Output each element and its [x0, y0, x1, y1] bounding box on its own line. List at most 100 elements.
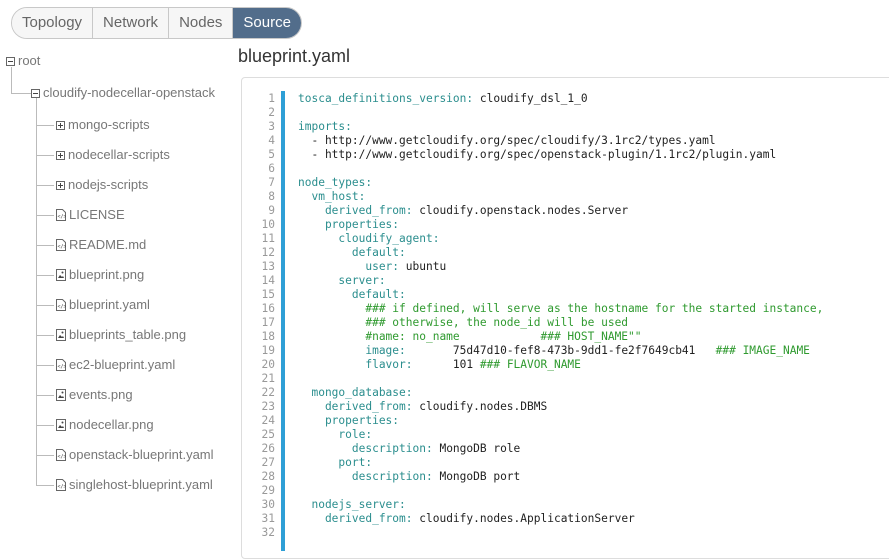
code-line: user: ubuntu — [298, 260, 447, 273]
code-line: default: — [298, 288, 406, 301]
tree-connector — [36, 125, 54, 126]
line-number: 13 — [261, 260, 275, 273]
tree-node-label: blueprint.png — [69, 267, 145, 282]
code-line: tosca_definitions_version: cloudify_dsl_… — [298, 92, 588, 105]
line-number: 27 — [261, 456, 275, 469]
line-number: 3 — [268, 120, 275, 133]
tree-file[interactable]: blueprint.png — [56, 266, 144, 284]
svg-text:</>: </> — [58, 244, 67, 250]
line-number: 1 — [268, 92, 275, 105]
tree-node-root[interactable]: root — [6, 52, 40, 70]
file-tree: root cloudify-nodecellar-openstack mongo… — [0, 0, 235, 538]
file-title: blueprint.yaml — [238, 46, 351, 66]
tree-connector — [36, 185, 54, 186]
tree-node-label: cloudify-nodecellar-openstack — [43, 85, 215, 100]
line-number: 24 — [261, 414, 275, 427]
svg-text:</>: </> — [58, 454, 67, 460]
tree-file[interactable]: </> LICENSE — [56, 206, 125, 224]
expand-icon[interactable] — [56, 120, 65, 130]
line-number: 22 — [261, 386, 275, 399]
code-line: port: — [298, 456, 373, 469]
tree-node-label: root — [18, 53, 41, 68]
tree-connector — [36, 275, 54, 276]
code-line: node_types: — [298, 176, 373, 189]
line-number: 17 — [261, 316, 275, 329]
line-number: 7 — [268, 176, 275, 189]
code-line: properties: — [298, 414, 400, 427]
line-number: 6 — [268, 162, 275, 175]
line-number: 16 — [261, 302, 275, 315]
code-file-icon: </> — [56, 299, 66, 311]
tree-connector — [36, 98, 37, 486]
tree-file[interactable]: </> openstack-blueprint.yaml — [56, 446, 214, 464]
tree-node-label: blueprint.yaml — [69, 297, 150, 312]
tree-node-label: ec2-blueprint.yaml — [69, 357, 176, 372]
tree-connector — [36, 215, 54, 216]
tree-file[interactable]: events.png — [56, 386, 133, 404]
tree-node-label: singlehost-blueprint.yaml — [69, 477, 213, 492]
line-number: 15 — [261, 288, 275, 301]
gutter-accent-bar — [281, 91, 285, 551]
line-number: 26 — [261, 442, 275, 455]
tree-folder[interactable]: mongo-scripts — [56, 116, 150, 134]
line-number: 2 — [268, 106, 275, 119]
tree-folder[interactable]: nodecellar-scripts — [56, 146, 170, 164]
code-line: derived_from: cloudify.nodes.Application… — [298, 512, 635, 525]
line-number: 20 — [261, 358, 275, 371]
image-file-icon — [56, 389, 66, 401]
line-number: 8 — [268, 190, 275, 203]
code-file-icon: </> — [56, 449, 66, 461]
code-line: derived_from: cloudify.nodes.DBMS — [298, 400, 548, 413]
code-line: flavor: 101 ### FLAVOR_NAME — [298, 358, 581, 371]
tree-connector — [36, 485, 54, 486]
code-line: - http://www.getcloudify.org/spec/cloudi… — [298, 134, 716, 147]
tree-node-label: nodecellar.png — [69, 417, 154, 432]
line-number: 5 — [268, 148, 275, 161]
collapse-icon[interactable] — [6, 56, 15, 66]
line-number: 29 — [261, 484, 275, 497]
tree-node-label: events.png — [69, 387, 133, 402]
code-line: cloudify_agent: — [298, 232, 440, 245]
line-number: 12 — [261, 246, 275, 259]
image-file-icon — [56, 269, 66, 281]
code-line: description: MongoDB role — [298, 442, 521, 455]
tree-node-label: mongo-scripts — [68, 117, 150, 132]
line-number: 25 — [261, 428, 275, 441]
code-line: derived_from: cloudify.openstack.nodes.S… — [298, 204, 629, 217]
code-line: vm_host: — [298, 190, 366, 203]
tree-folder[interactable]: nodejs-scripts — [56, 176, 148, 194]
image-file-icon — [56, 329, 66, 341]
code-line: ### if defined, will serve as the hostna… — [298, 302, 824, 315]
tab-source[interactable]: Source — [233, 8, 301, 38]
line-number: 11 — [261, 232, 275, 245]
tree-file[interactable]: </> ec2-blueprint.yaml — [56, 356, 175, 374]
tree-file[interactable]: </> README.md — [56, 236, 146, 254]
collapse-icon[interactable] — [31, 88, 40, 98]
tree-node-project[interactable]: cloudify-nodecellar-openstack — [31, 84, 215, 102]
svg-text:</>: </> — [58, 214, 67, 220]
line-number: 30 — [261, 498, 275, 511]
tree-file[interactable]: blueprints_table.png — [56, 326, 186, 344]
tree-node-label: nodecellar-scripts — [68, 147, 170, 162]
code-file-icon: </> — [56, 239, 66, 251]
tree-node-label: openstack-blueprint.yaml — [69, 447, 214, 462]
tree-node-label: blueprints_table.png — [69, 327, 187, 342]
tree-file[interactable]: </> blueprint.yaml — [56, 296, 150, 314]
tree-node-label: LICENSE — [69, 207, 125, 222]
line-number: 21 — [261, 372, 275, 385]
expand-icon[interactable] — [56, 180, 65, 190]
tree-connector — [36, 305, 54, 306]
tree-file[interactable]: nodecellar.png — [56, 416, 154, 434]
code-line: properties: — [298, 218, 400, 231]
line-number: 31 — [261, 512, 275, 525]
code-line: description: MongoDB port — [298, 470, 521, 483]
tree-connector — [36, 155, 54, 156]
expand-icon[interactable] — [56, 150, 65, 160]
code-line: image: 75d47d10-fef8-473b-9dd1-fe2f7649c… — [298, 344, 810, 357]
tree-file[interactable]: </> singlehost-blueprint.yaml — [56, 476, 213, 494]
line-number: 32 — [261, 526, 275, 539]
code-file-icon: </> — [56, 479, 66, 491]
line-number: 23 — [261, 400, 275, 413]
svg-text:</>: </> — [58, 304, 67, 310]
code-line: mongo_database: — [298, 386, 413, 399]
